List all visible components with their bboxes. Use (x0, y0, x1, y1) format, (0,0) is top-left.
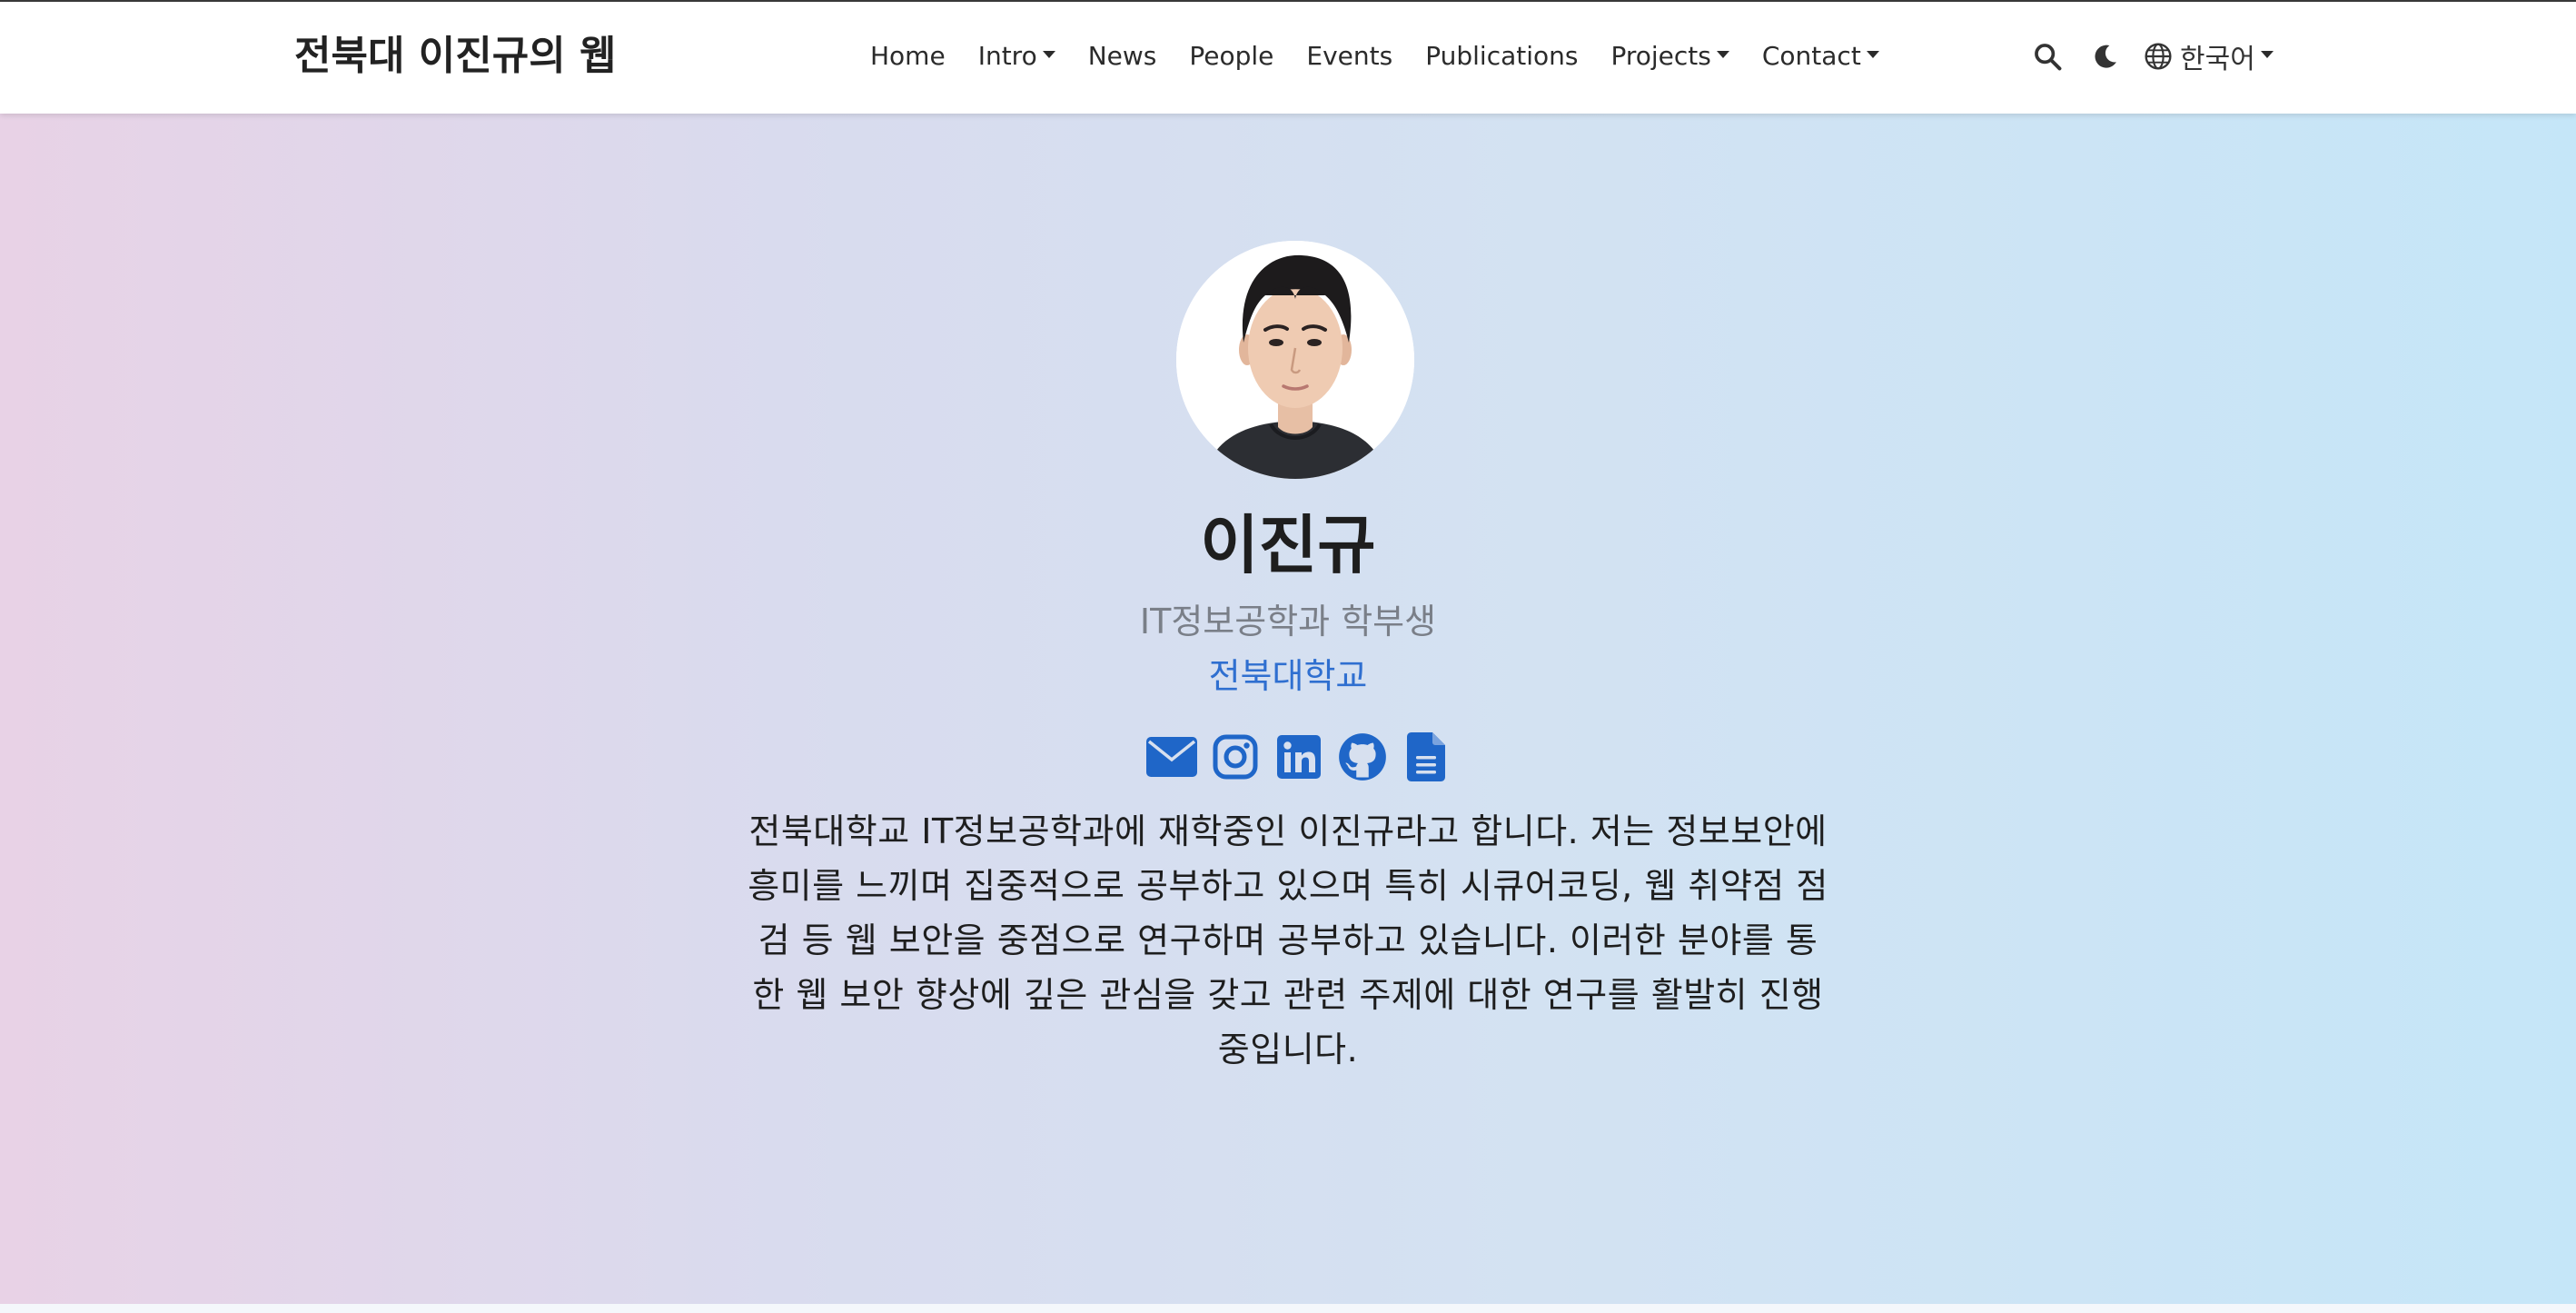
github-link[interactable] (1337, 731, 1388, 783)
profile-hero: 이진규 IT정보공학과 학부생 전북대학교 전북대학교 IT정보공학과에 재학중… (0, 114, 2576, 1304)
email-icon (1146, 737, 1197, 777)
nav-publications-label: Publications (1425, 41, 1579, 71)
avatar-portrait (1176, 241, 1414, 479)
nav-contact[interactable]: Contact (1746, 29, 1896, 84)
profile-bio: 전북대학교 IT정보공학과에 재학중인 이진규라고 합니다. 저는 정보보안에 … (748, 811, 1828, 1069)
caret-down-icon (2260, 51, 2274, 58)
cv-link[interactable] (1401, 731, 1451, 783)
nav-events-label: Events (1306, 41, 1393, 71)
nav-publications[interactable]: Publications (1409, 29, 1594, 84)
globe-icon (2145, 43, 2172, 70)
moon-icon (2095, 45, 2116, 68)
nav-news-label: News (1087, 41, 1157, 71)
nav-home-label: Home (870, 41, 946, 71)
social-links (1146, 727, 1451, 787)
nav-people-label: People (1189, 41, 1274, 71)
cv-document-icon (1407, 732, 1445, 781)
nav-home[interactable]: Home (854, 29, 962, 84)
caret-down-icon (1042, 51, 1055, 58)
search-icon (2035, 44, 2062, 71)
nav-contact-label: Contact (1761, 41, 1861, 71)
email-link[interactable] (1146, 731, 1197, 783)
nav-projects-label: Projects (1610, 41, 1711, 71)
language-dropdown[interactable]: 한국어 (2144, 29, 2274, 84)
caret-down-icon (1716, 51, 1729, 58)
nav-intro-label: Intro (977, 41, 1037, 71)
nav-projects[interactable]: Projects (1594, 29, 1745, 84)
nav-news[interactable]: News (1072, 29, 1174, 84)
nav-events[interactable]: Events (1290, 29, 1409, 84)
search-button[interactable] (2026, 29, 2069, 84)
profile-role: IT정보공학과 학부생 (1139, 602, 1437, 642)
profile-name: 이진규 (1200, 508, 1376, 582)
language-label: 한국어 (2180, 44, 2255, 75)
instagram-icon (1213, 734, 1258, 780)
linkedin-link[interactable] (1273, 731, 1324, 783)
theme-toggle-button[interactable] (2084, 29, 2127, 84)
main-nav: Home Intro News People Events Publicatio… (854, 29, 1896, 84)
page-bottom-strip (0, 1304, 2576, 1313)
instagram-link[interactable] (1210, 731, 1261, 783)
caret-down-icon (1866, 51, 1879, 58)
linkedin-icon (1277, 735, 1321, 779)
nav-tools: 한국어 (2026, 29, 2274, 84)
site-brand[interactable]: 전북대 이진규의 웹 (294, 29, 616, 84)
nav-people[interactable]: People (1173, 29, 1290, 84)
github-icon (1339, 733, 1386, 781)
profile-organization-link[interactable]: 전북대학교 (925, 652, 1651, 701)
profile-avatar (1176, 241, 1414, 479)
navbar: 전북대 이진규의 웹 Home Intro News People Events… (0, 2, 2576, 114)
nav-intro[interactable]: Intro (962, 29, 1072, 84)
